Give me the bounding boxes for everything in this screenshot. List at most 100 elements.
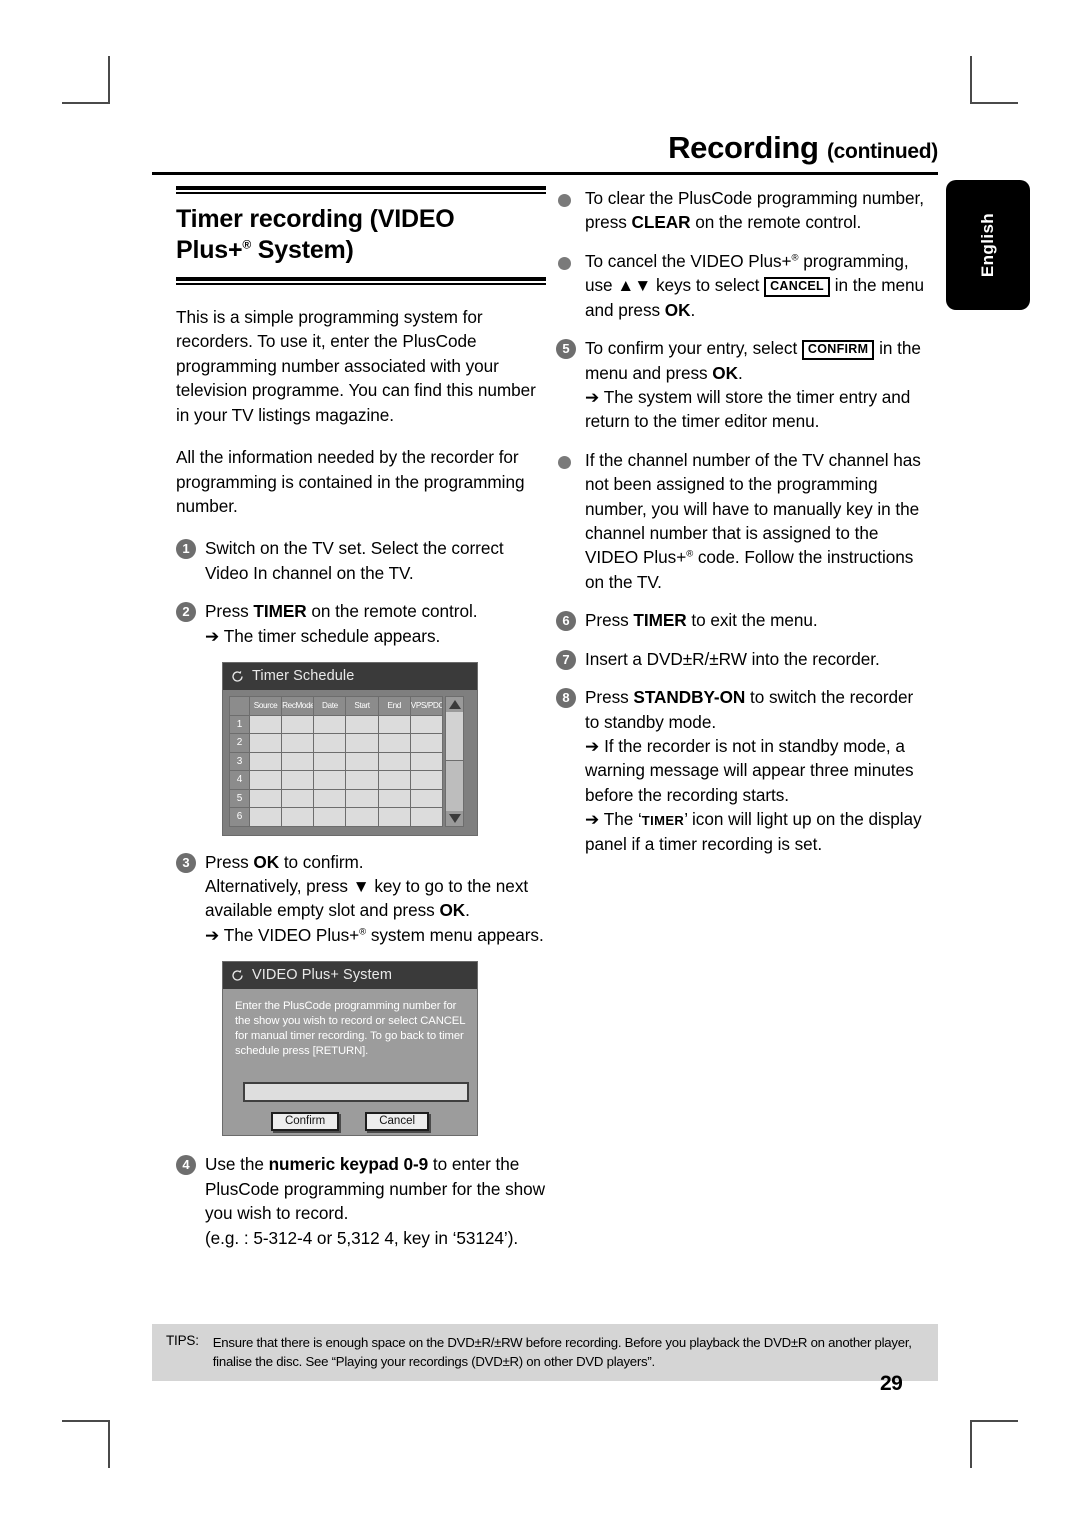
timer-schedule-title: Timer Schedule — [252, 668, 355, 685]
cell-recmode[interactable] — [281, 770, 315, 790]
cell-vps-pdc[interactable] — [409, 751, 444, 772]
page-title-main: Recording — [668, 130, 819, 165]
cell-vps-pdc[interactable] — [409, 733, 444, 753]
cell-source[interactable] — [248, 714, 283, 735]
bullet-channel-not-assigned: If the channel number of the TV channel … — [556, 448, 926, 595]
cell-start[interactable] — [345, 714, 379, 735]
step-3-bold-key: OK — [253, 851, 280, 872]
step-3-sub-post: system menu appears. — [366, 924, 544, 945]
step-7-text: Insert a DVD±R/±RW into the recorder. — [585, 648, 880, 669]
cell-end[interactable] — [377, 770, 411, 790]
cell-end[interactable] — [377, 733, 411, 753]
timer-icon-label: TIMER — [641, 813, 685, 829]
step-3-line2-pre: Alternatively, press — [205, 875, 353, 896]
cell-vps-pdc[interactable] — [409, 788, 444, 809]
table-row[interactable]: 3 — [229, 751, 444, 772]
scrollbar-track[interactable] — [446, 712, 463, 811]
table-row[interactable]: 5 — [229, 788, 444, 809]
step-2: 2 Press TIMER on the remote control. ➔ T… — [176, 599, 546, 648]
cell-date[interactable] — [313, 751, 347, 772]
cell-source[interactable] — [248, 751, 283, 772]
cell-recmode[interactable] — [281, 788, 315, 809]
cell-recmode[interactable] — [281, 714, 315, 735]
cell-end[interactable] — [377, 714, 411, 735]
step-5-result: ➔ The system will store the timer entry … — [585, 386, 911, 432]
cell-recmode[interactable] — [281, 751, 315, 772]
table-row[interactable]: 6 — [229, 807, 444, 827]
step-3-text-post: to confirm. — [279, 851, 364, 872]
column-header-end: End — [377, 696, 411, 716]
cell-vps-pdc[interactable] — [409, 714, 444, 735]
step-6-text-post: to exit the menu. — [686, 610, 818, 631]
cell-end[interactable] — [377, 751, 411, 772]
cell-source[interactable] — [248, 807, 283, 827]
cell-recmode[interactable] — [281, 807, 315, 827]
section-title-line2-pre: Plus+ — [176, 235, 243, 264]
cell-date[interactable] — [313, 714, 347, 735]
step-3-sub-pre: ➔ The VIDEO Plus+ — [205, 924, 360, 945]
section-rule-top — [176, 186, 546, 194]
language-tab-label: English — [978, 212, 997, 278]
scrollbar-thumb[interactable] — [446, 712, 463, 762]
pluscode-input[interactable] — [243, 1082, 469, 1103]
up-down-arrow-glyphs-icon: ▲▼ — [617, 275, 652, 296]
step-number-5: 5 — [556, 339, 576, 360]
row-number: 3 — [229, 751, 250, 772]
table-corner-cell — [229, 696, 250, 716]
step-number-4: 4 — [176, 1155, 196, 1176]
cancel-button[interactable]: Cancel — [365, 1112, 430, 1132]
cell-recmode[interactable] — [281, 733, 315, 753]
right-column: To clear the PlusCode programming number… — [556, 186, 926, 870]
cell-vps-pdc[interactable] — [409, 807, 444, 827]
step-2-result: ➔ The timer schedule appears. — [205, 625, 441, 646]
table-row[interactable]: 2 — [229, 733, 444, 753]
scroll-down-arrow-icon[interactable] — [446, 810, 463, 826]
cell-end[interactable] — [377, 788, 411, 809]
step-3-line2-bold: OK — [439, 900, 466, 921]
section-title: Timer recording (VIDEO Plus+® System) — [176, 204, 546, 265]
cell-start[interactable] — [345, 788, 379, 809]
cell-start[interactable] — [345, 807, 379, 827]
table-scrollbar[interactable] — [445, 696, 464, 827]
step-5-text-post: . — [737, 362, 743, 383]
tips-label: TIPS: — [166, 1333, 199, 1348]
step-8-text-pre: Press — [585, 687, 634, 708]
cell-source[interactable] — [248, 770, 283, 790]
cell-date[interactable] — [313, 733, 347, 753]
row-number: 6 — [229, 807, 250, 827]
scroll-up-arrow-icon[interactable] — [446, 697, 463, 713]
cell-vps-pdc[interactable] — [409, 770, 444, 790]
table-header-row: Source RecMode Date Start End VPS/PDC — [229, 696, 444, 716]
cell-date[interactable] — [313, 788, 347, 809]
cell-source[interactable] — [248, 733, 283, 753]
step-6-text-pre: Press — [585, 610, 634, 631]
timer-schedule-titlebar: Timer Schedule — [223, 663, 477, 691]
step-6-bold-key: TIMER — [633, 610, 687, 631]
cell-date[interactable] — [313, 807, 347, 827]
table-row[interactable]: 1 — [229, 714, 444, 735]
video-plus-buttons: Confirm Cancel — [223, 1112, 477, 1135]
cell-end[interactable] — [377, 807, 411, 827]
step-4: 4 Use the numeric keypad 0-9 to enter th… — [176, 1152, 546, 1250]
step-5-bold-key: OK — [712, 362, 738, 383]
timer-schedule-body: Source RecMode Date Start End VPS/PDC 1 … — [223, 690, 477, 835]
intro-paragraph-2: All the information needed by the record… — [176, 447, 525, 516]
row-number: 4 — [229, 770, 250, 790]
cell-start[interactable] — [345, 733, 379, 753]
cell-start[interactable] — [345, 751, 379, 772]
step-2-bold-key: TIMER — [253, 601, 307, 622]
cancel-keybox: CANCEL — [764, 277, 830, 297]
bullet-dot-icon — [558, 194, 571, 207]
timer-schedule-screen: Timer Schedule Source RecMode Date Start… — [222, 662, 478, 836]
column-header-date: Date — [313, 696, 347, 716]
registered-mark: ® — [242, 237, 252, 252]
cell-date[interactable] — [313, 770, 347, 790]
table-row[interactable]: 4 — [229, 770, 444, 790]
confirm-button[interactable]: Confirm — [270, 1112, 340, 1132]
cell-start[interactable] — [345, 770, 379, 790]
step-8-result-1: ➔ If the recorder is not in standby mode… — [585, 736, 914, 805]
bullet-dot-icon — [558, 256, 571, 270]
step-2-text-pre: Press — [205, 601, 254, 622]
section-title-line2-post: System) — [251, 235, 354, 264]
cell-source[interactable] — [248, 788, 283, 809]
